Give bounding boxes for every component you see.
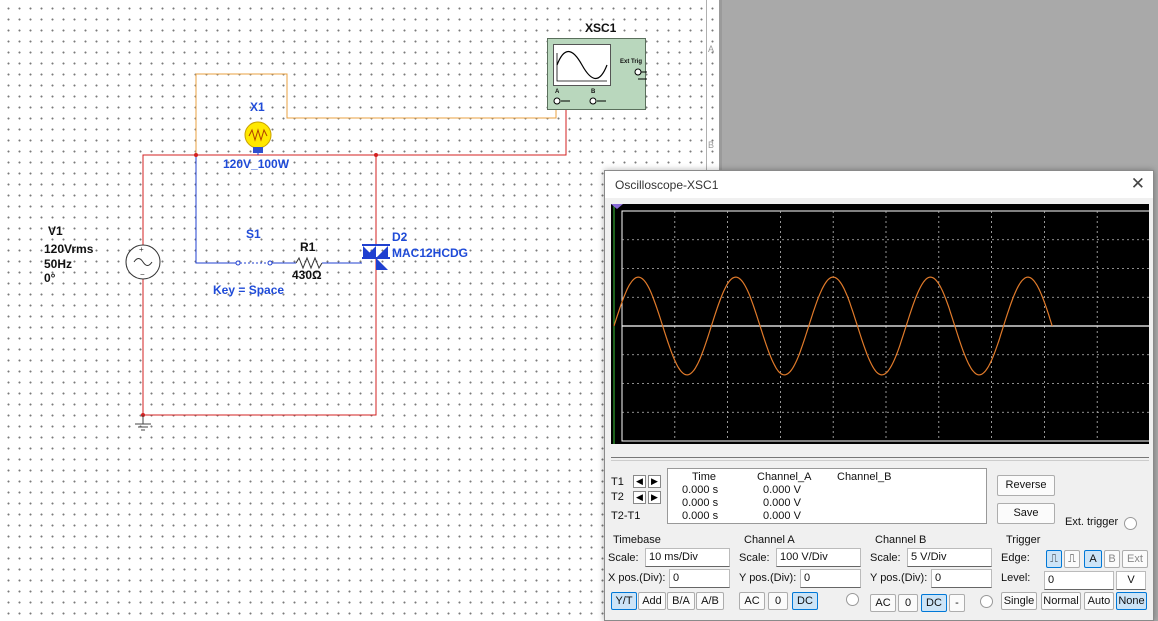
channel-b-title: Channel B <box>875 534 927 546</box>
ext-trigger-label: Ext. trigger <box>1065 516 1119 528</box>
oscilloscope-window[interactable]: Oscilloscope-XSC1 ✕ T1 ◀ ▶ T2 ◀ ▶ T2-T1 … <box>604 170 1154 621</box>
channel-b-zero-button[interactable]: 0 <box>898 594 918 612</box>
channel-b-dc-button[interactable]: DC <box>921 594 947 612</box>
divider <box>611 460 1149 461</box>
timebase-scale-label: Scale: <box>608 552 639 564</box>
rising-edge-icon[interactable]: ⎍ <box>1046 550 1062 568</box>
svg-text:+: + <box>139 245 144 254</box>
channel-b-radio[interactable] <box>980 595 993 608</box>
readout-header-b: Channel_B <box>837 471 892 483</box>
cursor-readout-table: Time Channel_A Channel_B 0.000 s 0.000 V… <box>667 468 987 524</box>
trigger-edge-label: Edge: <box>1001 552 1030 564</box>
trigger-source-a-button[interactable]: A <box>1084 550 1102 568</box>
normal-button[interactable]: Normal <box>1041 592 1081 610</box>
readout-header-a: Channel_A <box>757 471 812 483</box>
channel-b-ac-button[interactable]: AC <box>870 594 896 612</box>
diode-part-label: MAC12HCDG <box>392 246 469 260</box>
resistor-icon <box>295 256 323 270</box>
readout-diff-time: 0.000 s <box>682 510 719 522</box>
channel-b-scale-field[interactable]: 5 V/Div <box>907 548 992 567</box>
trigger-level-unit[interactable]: V <box>1116 571 1146 590</box>
channel-b-scale-label: Scale: <box>870 552 901 564</box>
t2-right-arrow-icon[interactable]: ▶ <box>648 491 661 504</box>
readout-t2-a: 0.000 V <box>763 497 801 509</box>
channel-a-zero-button[interactable]: 0 <box>768 592 788 610</box>
oscilloscope-instrument[interactable]: Ext Trig A B <box>547 38 647 110</box>
source-voltage-label: 120Vrms <box>44 242 94 256</box>
source-freq-label: 50Hz <box>44 257 73 271</box>
scope-ref-label: XSC1 <box>585 21 617 35</box>
cursor-t2-label: T2 <box>611 491 624 503</box>
channel-b-minus-button[interactable]: - <box>949 594 965 612</box>
scope-screen-icon <box>553 44 611 86</box>
cursor-diff-label: T2-T1 <box>611 510 641 522</box>
scope-display[interactable] <box>611 204 1151 444</box>
channel-a-dc-button[interactable]: DC <box>792 592 818 610</box>
timebase-scale-field[interactable]: 10 ms/Div <box>645 548 730 567</box>
channel-a-scale-field[interactable]: 100 V/Div <box>776 548 861 567</box>
trigger-level-field[interactable]: 0 <box>1044 571 1114 590</box>
channel-a-scale-label: Scale: <box>739 552 770 564</box>
falling-edge-icon[interactable]: ⎍ <box>1064 550 1080 568</box>
source-phase-label: 0° <box>44 271 56 285</box>
lamp-icon <box>244 121 272 153</box>
ext-trig-pin-icon <box>634 68 647 80</box>
readout-t2-time: 0.000 s <box>682 497 719 509</box>
divider <box>611 457 1149 458</box>
timebase-xpos-label: X pos.(Div): <box>608 572 666 584</box>
auto-button[interactable]: Auto <box>1084 592 1114 610</box>
svg-text:−: − <box>140 270 145 279</box>
t1-left-arrow-icon[interactable]: ◀ <box>633 475 646 488</box>
channel-a-ypos-label: Y pos.(Div): <box>739 572 797 584</box>
cursor-t1-label: T1 <box>611 476 624 488</box>
diode-ref-label: D2 <box>392 230 408 244</box>
trigger-source-ext-button[interactable]: Ext <box>1122 550 1148 568</box>
resistor-value-label: 430Ω <box>292 268 322 282</box>
t1-right-arrow-icon[interactable]: ▶ <box>648 475 661 488</box>
readout-header-time: Time <box>692 471 717 483</box>
triac-icon <box>362 244 390 270</box>
window-title: Oscilloscope-XSC1 <box>615 178 719 192</box>
readout-t1-time: 0.000 s <box>682 484 719 496</box>
window-titlebar[interactable]: Oscilloscope-XSC1 ✕ <box>605 171 1153 198</box>
timebase-title: Timebase <box>613 534 661 546</box>
channel-a-title: Channel A <box>744 534 795 546</box>
ac-source-icon: + − <box>125 244 161 280</box>
switch-key-label: Key = Space <box>213 283 285 297</box>
channel-a-radio[interactable] <box>846 593 859 606</box>
channel-b-ypos-field[interactable]: 0 <box>931 569 992 588</box>
switch-icon <box>235 260 273 266</box>
save-button[interactable]: Save <box>997 503 1055 524</box>
a-over-b-button[interactable]: A/B <box>696 592 724 610</box>
source-ref-label: V1 <box>48 224 63 238</box>
readout-diff-a: 0.000 V <box>763 510 801 522</box>
channel-a-ac-button[interactable]: AC <box>739 592 765 610</box>
trigger-title: Trigger <box>1006 534 1041 546</box>
none-button[interactable]: None <box>1116 592 1147 610</box>
ext-trig-pin-label: Ext Trig <box>620 59 643 65</box>
channel-a-ypos-field[interactable]: 0 <box>800 569 861 588</box>
switch-ref-label: S1 <box>246 227 261 241</box>
add-button[interactable]: Add <box>638 592 666 610</box>
channel-b-ypos-label: Y pos.(Div): <box>870 572 928 584</box>
timebase-xpos-field[interactable]: 0 <box>669 569 730 588</box>
reverse-button[interactable]: Reverse <box>997 475 1055 496</box>
readout-t1-a: 0.000 V <box>763 484 801 496</box>
trigger-source-b-button[interactable]: B <box>1104 550 1120 568</box>
scope-trigger-marker <box>611 204 623 209</box>
b-over-a-button[interactable]: B/A <box>667 592 695 610</box>
lamp-ref-label: X1 <box>250 100 265 114</box>
ext-trigger-radio[interactable] <box>1124 517 1137 530</box>
close-icon[interactable]: ✕ <box>1131 174 1145 194</box>
single-button[interactable]: Single <box>1001 592 1037 610</box>
scope-pins-icon <box>553 97 606 105</box>
trigger-level-label: Level: <box>1001 572 1031 584</box>
yt-button[interactable]: Y/T <box>611 592 637 610</box>
resistor-ref-label: R1 <box>300 240 316 254</box>
t2-left-arrow-icon[interactable]: ◀ <box>633 491 646 504</box>
lamp-value-label: 120V_100W <box>223 157 290 171</box>
